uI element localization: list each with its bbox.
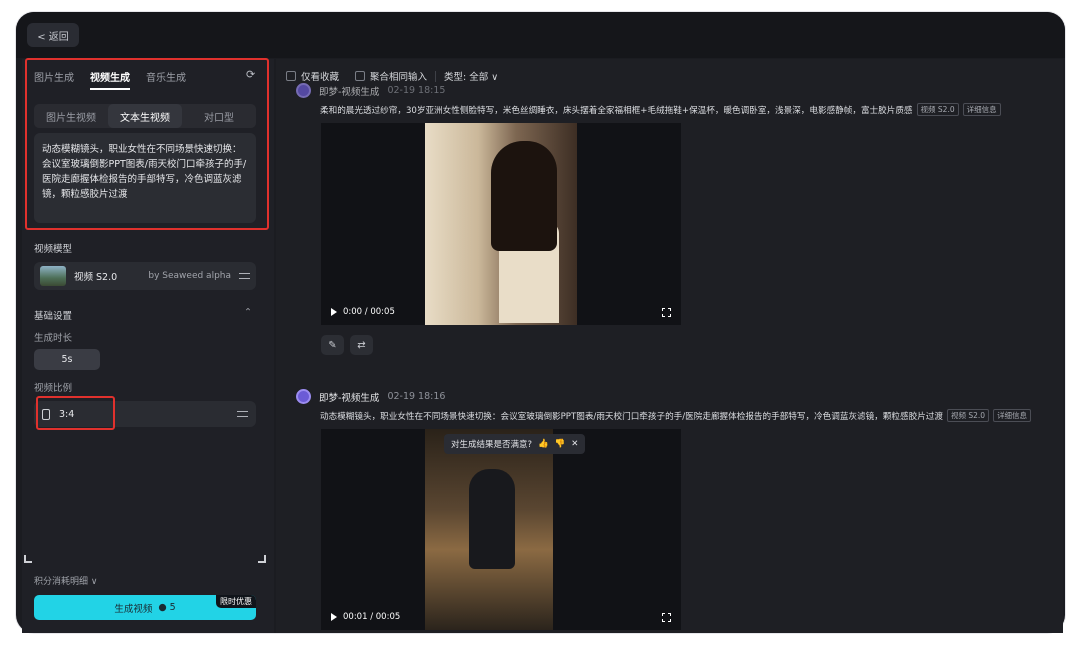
thumbs-up-icon[interactable]: 👍 xyxy=(538,439,549,449)
merge-input-checkbox[interactable]: 聚合相同输入 xyxy=(355,69,427,83)
result-prompt: 动态模糊镜头，职业女性在不同场景快速切换：会议室玻璃倒影PPT图表/雨天校门口牵… xyxy=(320,411,943,422)
subtab-text-to-video[interactable]: 文本生视频 xyxy=(108,104,182,128)
regenerate-icon[interactable]: ⇄ xyxy=(350,335,373,355)
details-tag[interactable]: 详细信息 xyxy=(993,409,1032,422)
video-player-2[interactable]: 00:01 / 00:05 xyxy=(321,429,681,630)
duration-option-5s[interactable]: 5s xyxy=(34,349,100,370)
result-description-2: 动态模糊镜头，职业女性在不同场景快速切换：会议室玻璃倒影PPT图表/雨天校门口牵… xyxy=(320,409,1032,422)
checkbox-box xyxy=(286,71,296,81)
result-date: 02-19 18:15 xyxy=(387,85,446,96)
duration-label: 生成时长 xyxy=(34,333,73,344)
only-favorites-label: 仅看收藏 xyxy=(301,72,340,83)
back-label: < 返回 xyxy=(37,31,69,43)
video-subject-hair xyxy=(491,141,557,251)
generate-cost: ● 5 xyxy=(158,602,176,613)
promo-badge: 限时优惠 xyxy=(216,595,256,608)
feedback-question: 对生成结果是否满意? xyxy=(451,440,533,450)
video-controls: 00:01 / 00:05 xyxy=(331,612,671,622)
video-subject xyxy=(469,469,515,569)
merge-input-label: 聚合相同输入 xyxy=(370,72,428,83)
result-description-1: 柔和的晨光透过纱帘，30岁亚洲女性侧脸特写，米色丝绸睡衣，床头摆着全家福相框+毛… xyxy=(320,103,1001,116)
play-icon[interactable] xyxy=(331,613,337,621)
basic-settings-label: 基础设置 xyxy=(34,311,73,322)
video-controls: 0:00 / 00:05 xyxy=(331,307,671,317)
result-actions: ✎ ⇄ xyxy=(321,335,373,355)
play-icon[interactable] xyxy=(331,308,337,316)
fullscreen-icon[interactable] xyxy=(662,612,671,622)
details-tag[interactable]: 详细信息 xyxy=(962,103,1001,116)
only-favorites-checkbox[interactable]: 仅看收藏 xyxy=(286,69,339,83)
subtab-image-to-video[interactable]: 图片生视频 xyxy=(34,104,108,128)
result-header-2: 即梦-视频生成 02-19 18:16 xyxy=(296,389,445,404)
subtab-lipsync[interactable]: 对口型 xyxy=(182,104,256,128)
collapse-chevron-icon[interactable]: ⌃ xyxy=(244,307,252,318)
result-date: 02-19 18:16 xyxy=(387,391,446,402)
settings-sliders-icon[interactable] xyxy=(239,271,250,281)
highlight-box-ratio xyxy=(36,396,115,430)
result-title: 即梦-视频生成 xyxy=(319,392,380,404)
divider xyxy=(435,70,437,82)
result-header-1: 即梦-视频生成 02-19 18:15 xyxy=(296,83,445,98)
edit-icon[interactable]: ✎ xyxy=(321,335,344,355)
result-title: 即梦-视频生成 xyxy=(319,86,380,98)
model-section-label: 视频模型 xyxy=(34,244,73,255)
avatar xyxy=(296,83,311,98)
prompt-textarea[interactable]: 动态模糊镜头，职业女性在不同场景快速切换：会议室玻璃倒影PPT图表/雨天校门口牵… xyxy=(34,133,256,223)
video-time: 00:01 / 00:05 xyxy=(343,612,401,622)
model-selector[interactable]: 视频 S2.0 by Seaweed alpha xyxy=(34,262,256,290)
video-player-1[interactable]: 0:00 / 00:05 xyxy=(321,123,681,325)
feedback-popup: 对生成结果是否满意? 👍 👎 ✕ xyxy=(444,434,586,454)
resize-corner-left xyxy=(24,555,32,563)
result-prompt: 柔和的晨光透过纱帘，30岁亚洲女性侧脸特写，米色丝绸睡衣，床头摆着全家福相框+毛… xyxy=(320,105,913,116)
generate-video-button[interactable]: 生成视频 ● 5 限时优惠 xyxy=(34,595,256,620)
fullscreen-icon[interactable] xyxy=(662,307,671,317)
type-dropdown[interactable]: 类型: 全部 ∨ xyxy=(444,69,498,83)
back-button[interactable]: < 返回 xyxy=(27,23,79,47)
avatar xyxy=(296,389,311,404)
ratio-sliders-icon[interactable] xyxy=(237,409,248,419)
model-tag[interactable]: 视频 S2.0 xyxy=(946,409,990,422)
model-thumbnail xyxy=(40,266,66,286)
generate-label: 生成视频 xyxy=(114,603,153,615)
checkbox-box xyxy=(355,71,366,81)
video-subtabs: 图片生视频 文本生视频 对口型 xyxy=(34,104,256,128)
credit-details-link[interactable]: 积分消耗明细 ∨ xyxy=(34,574,97,587)
thumbs-down-icon[interactable]: 👎 xyxy=(555,439,566,449)
filter-bar: 仅看收藏 聚合相同输入 类型: 全部 ∨ xyxy=(286,69,498,83)
close-icon[interactable]: ✕ xyxy=(571,439,578,449)
model-by: by Seaweed alpha xyxy=(148,271,231,281)
video-time: 0:00 / 00:05 xyxy=(343,307,395,317)
model-name: 视频 S2.0 xyxy=(74,272,118,283)
model-tag[interactable]: 视频 S2.0 xyxy=(916,103,959,116)
resize-corner-right xyxy=(258,555,266,563)
ratio-label: 视频比例 xyxy=(34,383,73,394)
top-bar xyxy=(16,12,1065,58)
